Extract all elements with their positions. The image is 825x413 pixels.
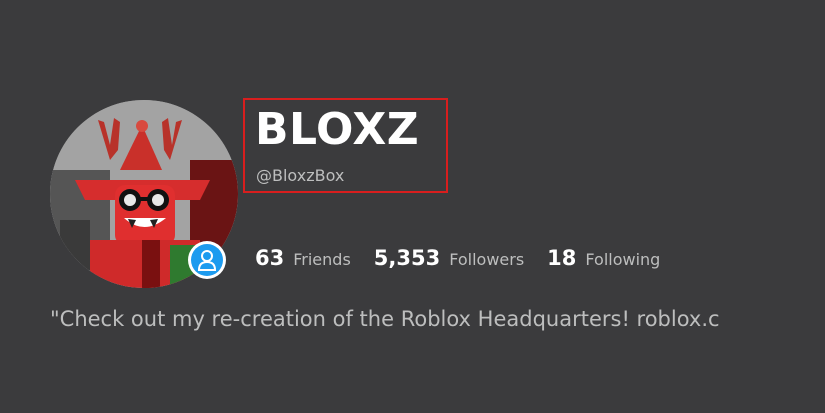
display-name: BLOXZ (255, 104, 420, 155)
followers-count: 5,353 (373, 246, 441, 270)
friends-label: Friends (293, 250, 351, 269)
following-label: Following (585, 250, 661, 269)
stats-row: 63 Friends 5,353 Followers 18 Following (255, 246, 683, 270)
followers-label: Followers (449, 250, 525, 269)
profile-bio: "Check out my re-creation of the Roblox … (50, 307, 720, 331)
user-icon (191, 244, 223, 276)
friends-link[interactable]: 63 Friends (255, 246, 351, 270)
avatar-container[interactable] (50, 100, 238, 288)
following-count: 18 (547, 246, 577, 270)
followers-link[interactable]: 5,353 Followers (374, 246, 524, 270)
friends-count: 63 (255, 246, 285, 270)
username: @BloxzBox (256, 166, 345, 185)
following-link[interactable]: 18 Following (547, 246, 660, 270)
badge (188, 241, 226, 279)
profile-header: BLOXZ @BloxzBox 63 Friends 5,353 Followe… (0, 0, 825, 413)
